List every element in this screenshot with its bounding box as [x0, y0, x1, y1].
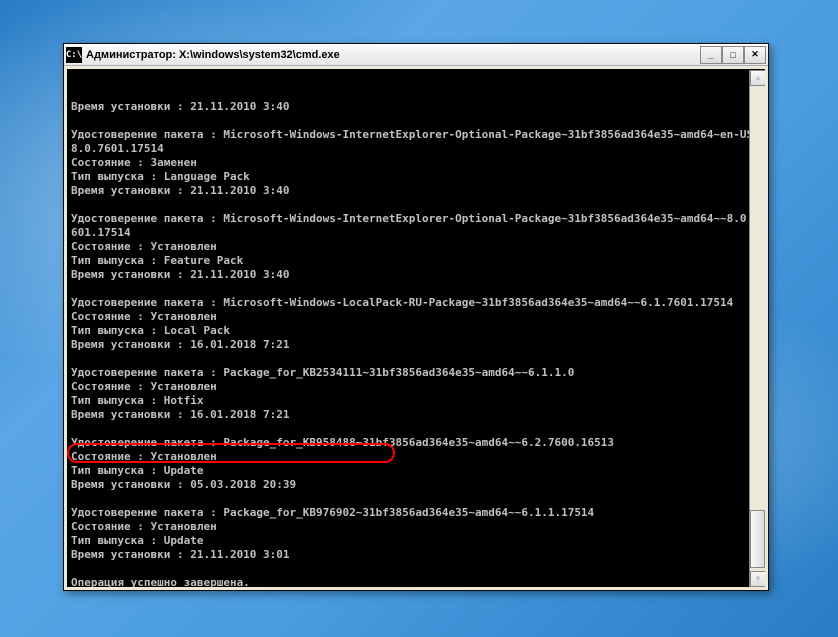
titlebar[interactable]: C:\ Администратор: X:\windows\system32\c…	[64, 44, 768, 66]
console-line	[71, 198, 761, 212]
maximize-button[interactable]: □	[722, 46, 744, 64]
console-line	[71, 282, 761, 296]
console-output[interactable]: Время установки : 21.11.2010 3:40 Удосто…	[67, 69, 765, 587]
console-line: Состояние : Установлен	[71, 310, 761, 324]
console-line: Состояние : Установлен	[71, 380, 761, 394]
close-button[interactable]: ✕	[744, 46, 766, 64]
console-line: Тип выпуска : Update	[71, 464, 761, 478]
scroll-down-button[interactable]: ▼	[750, 571, 765, 587]
console-line: Удостоверение пакета : Package_for_KB958…	[71, 436, 761, 450]
console-line: Время установки : 21.11.2010 3:40	[71, 100, 761, 114]
cmd-icon: C:\	[66, 47, 82, 63]
console-line: Удостоверение пакета : Package_for_KB976…	[71, 506, 761, 520]
console-line: Состояние : Заменен	[71, 156, 761, 170]
scrollbar-thumb[interactable]	[750, 510, 765, 568]
console-line: Удостоверение пакета : Microsoft-Windows…	[71, 128, 761, 156]
console-line: Удостоверение пакета : Microsoft-Windows…	[71, 212, 761, 240]
console-line	[71, 562, 761, 576]
console-line: Состояние : Установлен	[71, 240, 761, 254]
console-line: Тип выпуска : Language Pack	[71, 170, 761, 184]
console-line: Время установки : 05.03.2018 20:39	[71, 478, 761, 492]
console-line: Время установки : 21.11.2010 3:40	[71, 184, 761, 198]
console-line	[71, 422, 761, 436]
window-title: Администратор: X:\windows\system32\cmd.e…	[86, 49, 700, 61]
console-line: Тип выпуска : Update	[71, 534, 761, 548]
console-line: Тип выпуска : Feature Pack	[71, 254, 761, 268]
scroll-up-button[interactable]: ▲	[750, 70, 765, 86]
console-line: Тип выпуска : Hotfix	[71, 394, 761, 408]
console-line: Время установки : 21.11.2010 3:01	[71, 548, 761, 562]
window-controls: _ □ ✕	[700, 46, 766, 64]
vertical-scrollbar[interactable]: ▲ ▼	[749, 70, 765, 587]
console-line: Удостоверение пакета : Package_for_KB253…	[71, 366, 761, 380]
console-line	[71, 114, 761, 128]
console-line: Время установки : 16.01.2018 7:21	[71, 338, 761, 352]
console-line: Состояние : Установлен	[71, 450, 761, 464]
console-line: Время установки : 16.01.2018 7:21	[71, 408, 761, 422]
console-line: Время установки : 21.11.2010 3:40	[71, 268, 761, 282]
console-line: Состояние : Установлен	[71, 520, 761, 534]
console-line: Тип выпуска : Local Pack	[71, 324, 761, 338]
console-line	[71, 492, 761, 506]
console-line	[71, 352, 761, 366]
console-line: Операция успешно завершена.	[71, 576, 761, 587]
console-line: Удостоверение пакета : Microsoft-Windows…	[71, 296, 761, 310]
cmd-window: C:\ Администратор: X:\windows\system32\c…	[63, 43, 769, 591]
minimize-button[interactable]: _	[700, 46, 722, 64]
